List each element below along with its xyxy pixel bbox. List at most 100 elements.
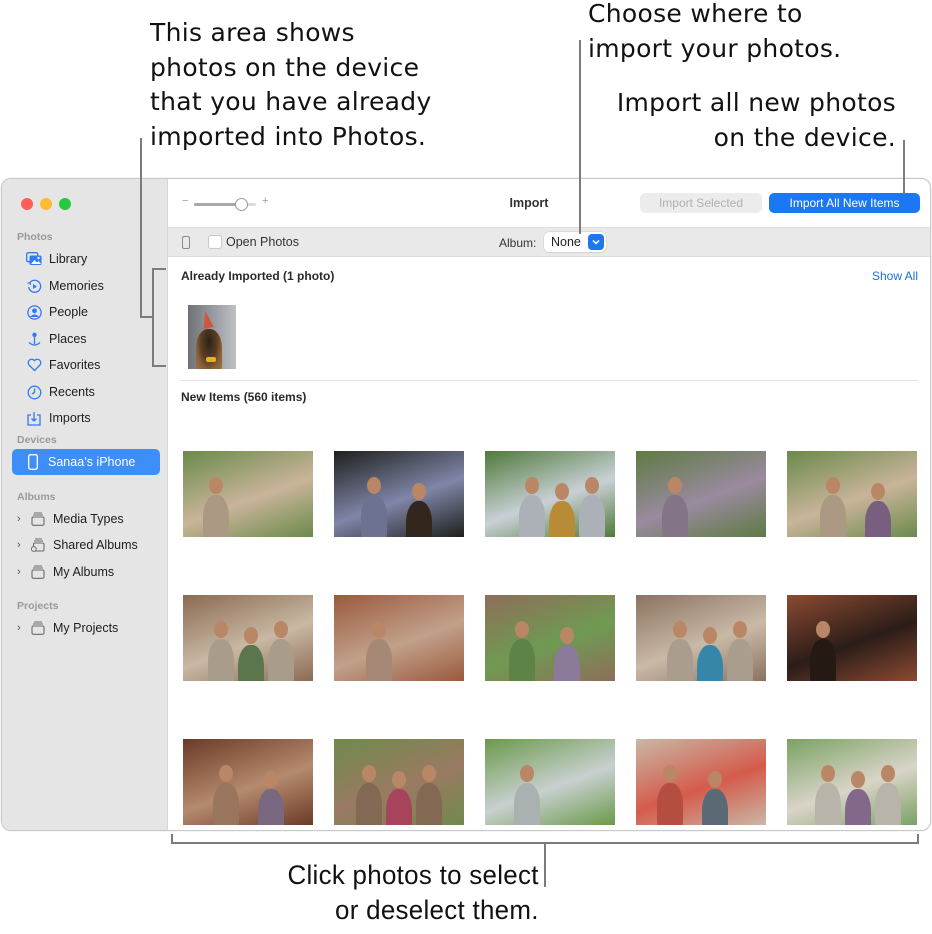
new-item-photo[interactable] (636, 595, 766, 681)
toolbar: − + Import Import Selected Import All Ne… (168, 179, 930, 227)
new-item-photo[interactable] (334, 595, 464, 681)
figure-shape (366, 639, 392, 681)
figure-shape (554, 645, 580, 681)
callout-line: imported into Photos. (150, 121, 427, 151)
sidebar-item-iphone[interactable]: Sanaa’s iPhone (12, 449, 160, 475)
figure-head-shape (264, 771, 278, 788)
callout-already-imported: This area shows photos on the device tha… (150, 16, 432, 154)
figure-head-shape (663, 765, 677, 782)
chevron-right-icon[interactable]: › (17, 539, 27, 551)
sidebar-item-imports[interactable]: Imports (26, 406, 91, 430)
sidebar-item-my-projects[interactable]: › My Projects (17, 616, 118, 640)
callout-leader-line (903, 140, 905, 194)
new-item-photo[interactable] (787, 595, 917, 681)
window-controls (21, 198, 71, 210)
import-all-new-items-button[interactable]: Import All New Items (769, 193, 920, 213)
new-item-photo[interactable] (485, 451, 615, 537)
zoom-window-button[interactable] (59, 198, 71, 210)
figure-shape (662, 495, 688, 537)
figure-shape (579, 495, 605, 537)
figure-head-shape (871, 483, 885, 500)
figure-head-shape (422, 765, 436, 782)
new-item-photo[interactable] (334, 451, 464, 537)
sidebar-item-label: Places (49, 332, 87, 346)
figure-head-shape (372, 621, 386, 638)
sidebar-item-label: Media Types (53, 512, 124, 526)
bracket-line (171, 834, 173, 844)
sidebar: Photos Library Memories People Places Fa… (2, 179, 168, 830)
figure-head-shape (392, 771, 406, 788)
figure-shape (810, 639, 836, 681)
sidebar-item-library[interactable]: Library (26, 247, 87, 271)
sidebar-item-label: Sanaa’s iPhone (48, 455, 136, 469)
new-item-photo[interactable] (787, 739, 917, 825)
figure-shape (208, 639, 234, 681)
figure-shape (875, 783, 901, 825)
figure-shape (727, 639, 753, 681)
callout-select-photos: Click photos to select or deselect them. (288, 858, 539, 927)
figure-head-shape (209, 477, 223, 494)
album-select[interactable]: None (544, 232, 606, 252)
open-photos-label[interactable]: Open Photos (226, 235, 299, 249)
bracket-line (152, 268, 166, 270)
party-hat-shape (200, 310, 214, 329)
bracket-line (917, 834, 919, 844)
new-item-photo[interactable] (485, 595, 615, 681)
sidebar-item-recents[interactable]: Recents (26, 380, 95, 404)
figure-shape (549, 501, 575, 537)
shared-album-icon (30, 537, 46, 553)
new-item-photo[interactable] (334, 739, 464, 825)
places-icon (26, 331, 42, 347)
callout-line: photos on the device (150, 52, 420, 82)
figure-shape (386, 789, 412, 825)
sidebar-item-people[interactable]: People (26, 300, 88, 324)
figure-shape (416, 783, 442, 825)
new-item-photo[interactable] (636, 739, 766, 825)
sidebar-item-shared-albums[interactable]: › Shared Albums (17, 533, 138, 557)
new-item-photo[interactable] (485, 739, 615, 825)
new-item-photo[interactable] (787, 451, 917, 537)
people-icon (26, 304, 42, 320)
figure-head-shape (555, 483, 569, 500)
figure-shape (509, 639, 535, 681)
minimize-window-button[interactable] (40, 198, 52, 210)
close-window-button[interactable] (21, 198, 33, 210)
callout-line: Choose where to (588, 0, 803, 28)
figure-head-shape (560, 627, 574, 644)
callout-import-all: Import all new photos on the device. (617, 86, 896, 155)
figure-head-shape (274, 621, 288, 638)
sidebar-section-albums: Albums (17, 491, 56, 503)
sidebar-item-label: Shared Albums (53, 538, 138, 552)
sidebar-item-memories[interactable]: Memories (26, 274, 104, 298)
figure-shape (356, 783, 382, 825)
figure-head-shape (733, 621, 747, 638)
new-item-photo[interactable] (183, 451, 313, 537)
figure-head-shape (881, 765, 895, 782)
new-item-photo[interactable] (636, 451, 766, 537)
chevron-down-icon (588, 234, 604, 250)
open-photos-checkbox[interactable] (208, 235, 222, 249)
chevron-right-icon[interactable]: › (17, 513, 27, 525)
chevron-right-icon[interactable]: › (17, 566, 27, 578)
figure-shape (657, 783, 683, 825)
album-label: Album: (499, 236, 537, 250)
sidebar-item-media-types[interactable]: › Media Types (17, 507, 124, 531)
sidebar-item-places[interactable]: Places (26, 327, 87, 351)
new-item-photo[interactable] (183, 595, 313, 681)
sidebar-item-favorites[interactable]: Favorites (26, 353, 100, 377)
device-phone-icon (182, 236, 190, 249)
figure-head-shape (412, 483, 426, 500)
new-item-photo[interactable] (183, 739, 313, 825)
import-icon (26, 410, 42, 426)
sidebar-item-label: People (49, 305, 88, 319)
import-selected-button[interactable]: Import Selected (640, 193, 762, 213)
figure-head-shape (525, 477, 539, 494)
chevron-right-icon[interactable]: › (17, 622, 27, 634)
callout-leader-line (544, 843, 546, 887)
figure-shape (667, 639, 693, 681)
show-all-link[interactable]: Show All (872, 269, 918, 283)
sidebar-item-my-albums[interactable]: › My Albums (17, 560, 114, 584)
already-imported-photo[interactable] (188, 305, 236, 369)
collar-shape (206, 357, 216, 362)
callout-leader-line (140, 138, 142, 318)
